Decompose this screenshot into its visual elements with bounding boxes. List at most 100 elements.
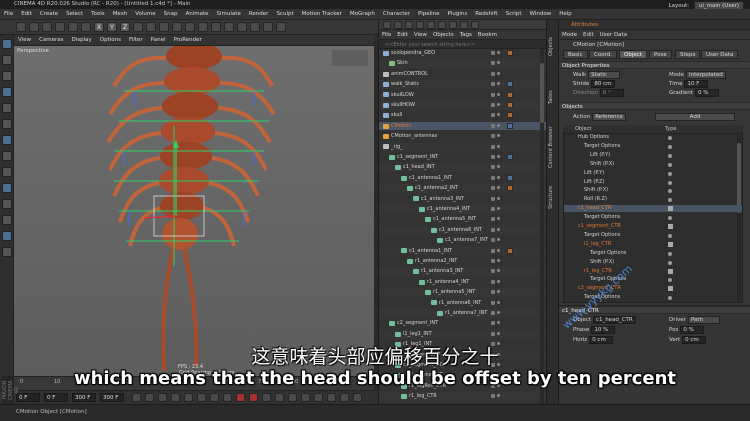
- select-icon[interactable]: [42, 22, 52, 32]
- menu-file[interactable]: File: [0, 9, 17, 20]
- section-object-properties[interactable]: Object Properties: [559, 61, 750, 69]
- first-frame-icon[interactable]: [132, 393, 141, 402]
- object-menu-view[interactable]: View: [411, 30, 430, 40]
- object-row[interactable]: c1_legBone_INT: [379, 371, 547, 380]
- object-row[interactable]: r1_antenna3_INT: [379, 267, 547, 276]
- menu-edit[interactable]: Edit: [17, 9, 36, 20]
- visibility-toggle-icon[interactable]: [491, 217, 495, 222]
- object-manager-tool-icon[interactable]: [471, 21, 479, 29]
- menu-simulate[interactable]: Simulate: [213, 9, 245, 20]
- menu-pipeline[interactable]: Pipeline: [414, 9, 444, 20]
- enable-dot-icon[interactable]: [497, 363, 500, 366]
- left-tool-icon[interactable]: [2, 215, 12, 225]
- menu-snap[interactable]: Snap: [160, 9, 182, 20]
- frame-end2-field[interactable]: 300 F: [100, 393, 124, 402]
- prev-frame-icon[interactable]: [158, 393, 167, 402]
- viewport-menu-cameras[interactable]: Cameras: [35, 35, 67, 46]
- enable-dot-icon[interactable]: [497, 238, 500, 242]
- tree-row[interactable]: Target Options: [564, 250, 742, 257]
- rot-key-icon[interactable]: [301, 393, 310, 402]
- menu-volume[interactable]: Volume: [131, 9, 159, 20]
- frame-current-field[interactable]: 0 F: [44, 393, 68, 402]
- object-menu-objects[interactable]: Objects: [430, 30, 457, 40]
- enable-dot-icon[interactable]: [497, 175, 500, 179]
- stride-field[interactable]: Stride 80 cm: [573, 80, 616, 88]
- direction-field[interactable]: Direction 0 °: [573, 89, 624, 97]
- attributes-menu-mode[interactable]: Mode: [559, 30, 580, 40]
- visibility-toggle-icon[interactable]: [491, 394, 495, 399]
- enable-dot-icon[interactable]: [497, 92, 500, 96]
- object-menu-file[interactable]: File: [379, 30, 394, 40]
- coord-icon[interactable]: [133, 22, 143, 32]
- enable-dot-icon[interactable]: [497, 373, 500, 377]
- left-tool-icon[interactable]: [2, 55, 12, 65]
- object-tag-icon[interactable]: [507, 50, 513, 56]
- visibility-toggle-icon[interactable]: [491, 290, 495, 295]
- visibility-toggle-icon[interactable]: [491, 383, 495, 388]
- render-view-icon[interactable]: [159, 22, 169, 32]
- enable-dot-icon[interactable]: [497, 144, 500, 148]
- object-manager-tool-icon[interactable]: [427, 21, 435, 29]
- object-tag-icon[interactable]: [507, 102, 513, 108]
- object-menu-edit[interactable]: Edit: [394, 30, 411, 40]
- enable-dot-icon[interactable]: [497, 196, 500, 200]
- pla-icon[interactable]: [340, 393, 349, 402]
- tree-row[interactable]: l1_leg_CTR: [564, 241, 742, 248]
- object-row[interactable]: r1_antenna6_INT: [379, 299, 547, 308]
- visibility-toggle-icon[interactable]: [491, 352, 495, 357]
- object-row[interactable]: CMotion: [379, 121, 547, 131]
- visibility-toggle-icon[interactable]: [491, 227, 495, 232]
- z-axis-icon[interactable]: Z: [120, 22, 130, 32]
- object-row[interactable]: _rig_: [379, 142, 547, 152]
- object-row[interactable]: l1_leg1_INT: [379, 329, 547, 339]
- object-menu-tags[interactable]: Tags: [457, 30, 475, 40]
- walk-field[interactable]: Walk Static: [573, 71, 621, 79]
- visibility-toggle-icon[interactable]: [491, 342, 495, 347]
- tree-row[interactable]: c2_segment_CTR: [564, 285, 742, 292]
- enable-dot-icon[interactable]: [497, 259, 500, 262]
- visibility-toggle-icon[interactable]: [491, 51, 495, 55]
- tree-row[interactable]: Target Options: [564, 143, 742, 150]
- object-list-scrollbar[interactable]: [540, 49, 544, 404]
- visibility-toggle-icon[interactable]: [491, 113, 495, 118]
- enable-dot-icon[interactable]: [497, 383, 500, 387]
- visibility-toggle-icon[interactable]: [491, 155, 495, 159]
- param-key-icon[interactable]: [327, 393, 336, 402]
- enable-dot-icon[interactable]: [497, 207, 500, 210]
- redo-icon[interactable]: [29, 22, 39, 32]
- enable-dot-icon[interactable]: [497, 394, 500, 398]
- horiz-field[interactable]: Horiz 0 cm: [573, 336, 614, 344]
- left-tool-icon[interactable]: [2, 103, 12, 113]
- enable-dot-icon[interactable]: [497, 61, 500, 65]
- timeline-ruler[interactable]: 0 10 20 30 40 50 60 70 80 90 100: [14, 376, 374, 390]
- light-icon[interactable]: [276, 22, 286, 32]
- pos-key-icon[interactable]: [288, 393, 297, 402]
- left-tool-icon[interactable]: [2, 183, 12, 193]
- enable-dot-icon[interactable]: [497, 227, 500, 231]
- visibility-toggle-icon[interactable]: [491, 207, 495, 211]
- next-key-icon[interactable]: [197, 393, 206, 402]
- object-row[interactable]: c1_antenna4_INT: [379, 205, 547, 214]
- visibility-toggle-icon[interactable]: [491, 123, 495, 128]
- pos-field[interactable]: Pos 0 %: [669, 326, 705, 334]
- menu-tools[interactable]: Tools: [87, 9, 109, 20]
- menu-sculpt[interactable]: Sculpt: [272, 9, 297, 20]
- object-row[interactable]: c1_antenna1_INT: [379, 174, 547, 183]
- floor-icon[interactable]: [250, 22, 260, 32]
- visibility-toggle-icon[interactable]: [491, 134, 495, 139]
- play-icon[interactable]: [171, 393, 180, 402]
- object-manager-tool-icon[interactable]: [449, 21, 457, 29]
- enable-dot-icon[interactable]: [497, 186, 500, 190]
- object-row[interactable]: c1_segment_GRP: [379, 350, 547, 360]
- viewport-menu-view[interactable]: View: [14, 35, 35, 46]
- side-tab-takes[interactable]: Takes: [548, 74, 558, 120]
- object-row[interactable]: skullLOW: [379, 91, 547, 100]
- section-objects[interactable]: Objects: [559, 102, 750, 110]
- object-manager-tool-icon[interactable]: [438, 21, 446, 29]
- object-row[interactable]: CMotion_antennas: [379, 132, 547, 141]
- visibility-toggle-icon[interactable]: [491, 363, 495, 367]
- left-tool-icon[interactable]: [2, 151, 12, 161]
- tab-coord-[interactable]: Coord.: [589, 50, 617, 59]
- enable-dot-icon[interactable]: [497, 82, 500, 86]
- left-tool-icon[interactable]: [2, 199, 12, 209]
